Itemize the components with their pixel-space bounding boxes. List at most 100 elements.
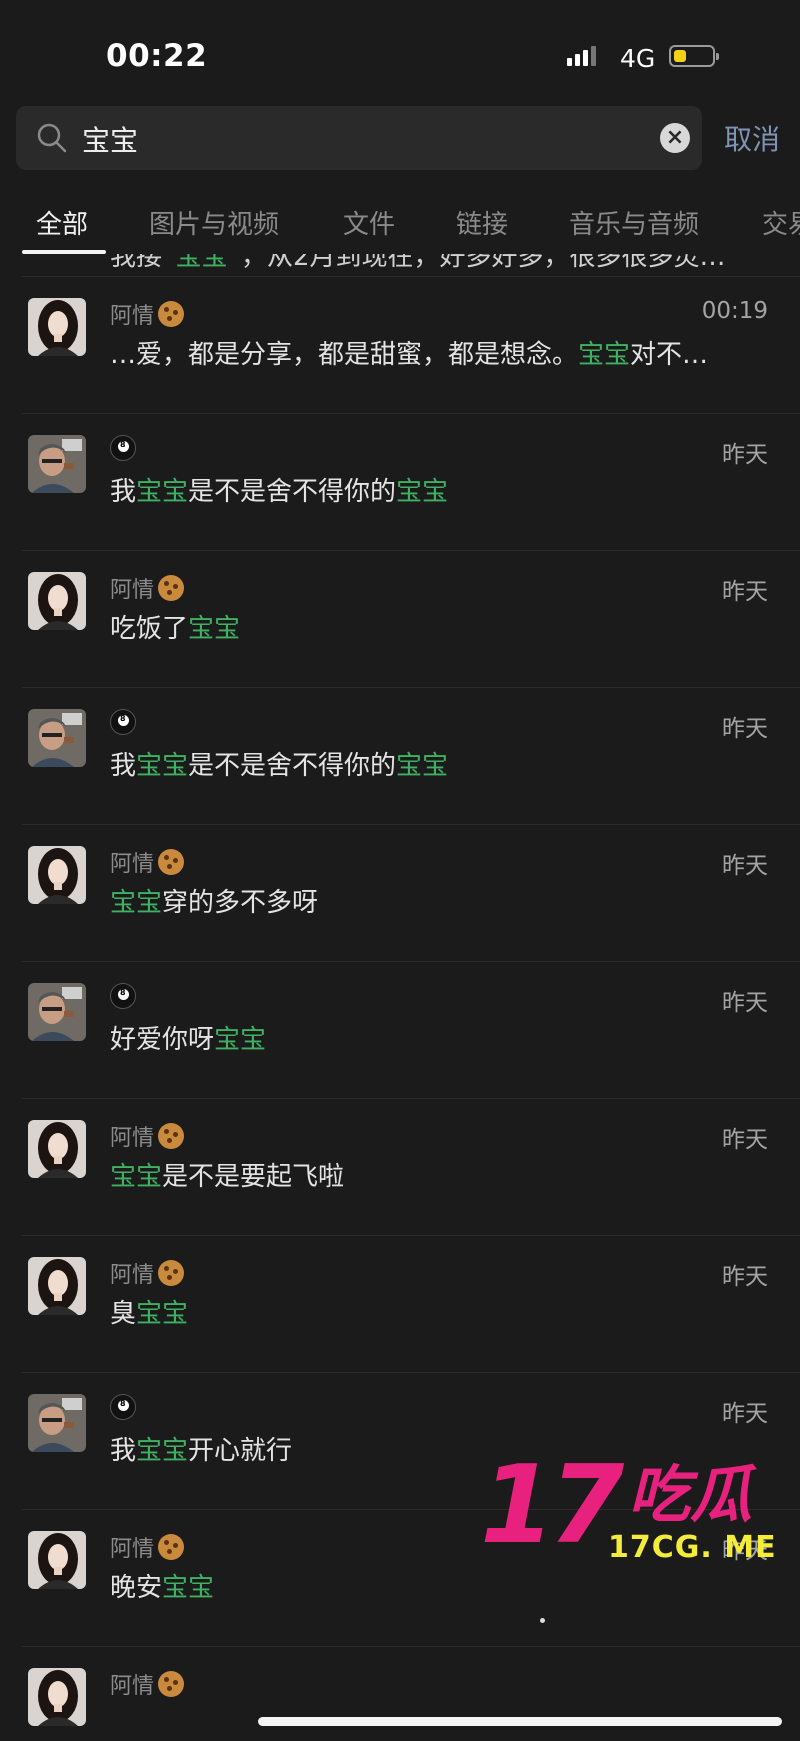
tab-music-audio[interactable]: 音乐与音频 bbox=[569, 204, 699, 241]
message-snippet: 我宝宝是不是舍不得你的宝宝 bbox=[110, 745, 750, 782]
home-indicator[interactable] bbox=[258, 1717, 782, 1726]
avatar[interactable] bbox=[28, 709, 86, 767]
search-icon bbox=[37, 123, 67, 153]
keyword-highlight: 宝宝 bbox=[110, 888, 163, 918]
row-divider bbox=[22, 1372, 800, 1373]
keyword-highlight: 宝宝 bbox=[214, 1025, 267, 1055]
sender-label: 阿情 bbox=[110, 1674, 155, 1699]
row-divider bbox=[22, 550, 800, 551]
message-time: 昨天 bbox=[722, 1401, 768, 1427]
avatar[interactable] bbox=[28, 1257, 86, 1315]
message-time: 昨天 bbox=[722, 853, 768, 879]
watermark-logo: 17 吃瓜 17CG. ME bbox=[480, 1452, 792, 1582]
sender-name: 阿情 bbox=[110, 1531, 185, 1563]
message-text: 我 bbox=[110, 477, 137, 507]
cookie-emoji-icon bbox=[158, 575, 185, 601]
message-text: 臭 bbox=[110, 1299, 137, 1329]
message-text: 穿的多不多呀 bbox=[162, 888, 319, 918]
search-result-row[interactable]: 阿情 00:19 …爱，都是分享，都是甜蜜，都是想念。宝宝对不… bbox=[0, 276, 800, 413]
search-result-row[interactable]: 阿情 昨天臭宝宝 bbox=[0, 1235, 800, 1372]
sender-name: 阿情 bbox=[110, 1257, 185, 1289]
sender-label: 阿情 bbox=[110, 1537, 155, 1562]
cookie-emoji-icon bbox=[158, 1123, 185, 1149]
cancel-button[interactable]: 取消 bbox=[724, 118, 780, 158]
message-text: 对不… bbox=[630, 340, 709, 370]
watermark-number: 17 bbox=[480, 1443, 624, 1568]
sender-name: 8 bbox=[110, 435, 136, 461]
sender-name: 阿情 bbox=[110, 572, 185, 604]
row-divider bbox=[22, 824, 800, 825]
search-result-row[interactable]: 8 昨天我宝宝是不是舍不得你的宝宝 bbox=[0, 687, 800, 824]
sender-name: 8 bbox=[110, 983, 136, 1009]
8-ball-emoji-icon: 8 bbox=[110, 435, 136, 461]
message-text: 我 bbox=[110, 751, 137, 781]
search-bar[interactable]: 宝宝 × bbox=[16, 106, 702, 170]
network-type: 4G bbox=[620, 44, 656, 73]
avatar[interactable] bbox=[28, 983, 86, 1041]
avatar[interactable] bbox=[28, 572, 86, 630]
cookie-emoji-icon bbox=[158, 1671, 185, 1697]
message-text: 我 bbox=[110, 1436, 137, 1466]
tab-all[interactable]: 全部 bbox=[36, 204, 88, 241]
tab-links[interactable]: 链接 bbox=[456, 204, 508, 241]
sender-name: 8 bbox=[110, 709, 136, 735]
message-snippet: 好爱你呀宝宝 bbox=[110, 1019, 750, 1056]
keyword-highlight: 宝宝 bbox=[396, 477, 449, 507]
cookie-emoji-icon bbox=[158, 1534, 185, 1560]
clear-search-icon[interactable]: × bbox=[660, 123, 690, 153]
sender-label: 阿情 bbox=[110, 1126, 155, 1151]
message-time: 昨天 bbox=[722, 716, 768, 742]
sender-label: 阿情 bbox=[110, 852, 155, 877]
keyword-highlight: 宝宝 bbox=[136, 1299, 189, 1329]
search-result-row[interactable]: 阿情 昨天宝宝穿的多不多呀 bbox=[0, 824, 800, 961]
message-time: 昨天 bbox=[722, 1127, 768, 1153]
message-time: 昨天 bbox=[722, 1264, 768, 1290]
message-snippet: …爱，都是分享，都是甜蜜，都是想念。宝宝对不… bbox=[110, 334, 750, 371]
tab-transactions[interactable]: 交易 bbox=[762, 204, 800, 241]
avatar[interactable] bbox=[28, 1668, 86, 1726]
avatar[interactable] bbox=[28, 298, 86, 356]
keyword-highlight: 宝宝 bbox=[162, 1573, 215, 1603]
tab-files[interactable]: 文件 bbox=[343, 204, 395, 241]
8-ball-emoji-icon: 8 bbox=[110, 1394, 136, 1420]
stray-dot bbox=[540, 1618, 545, 1623]
message-time: 昨天 bbox=[722, 990, 768, 1016]
keyword-highlight: 宝宝 bbox=[110, 1162, 163, 1192]
sender-label: 阿情 bbox=[110, 304, 155, 329]
watermark-url: 17CG. ME bbox=[608, 1530, 777, 1565]
8-ball-emoji-icon: 8 bbox=[110, 709, 136, 735]
search-result-row[interactable]: 8 昨天好爱你呀宝宝 bbox=[0, 961, 800, 1098]
avatar[interactable] bbox=[28, 846, 86, 904]
tab-images-videos[interactable]: 图片与视频 bbox=[149, 204, 279, 241]
cookie-emoji-icon bbox=[158, 301, 185, 327]
search-result-row[interactable]: 阿情 昨天 吃饭了宝宝 bbox=[0, 550, 800, 687]
keyword-highlight: 宝宝 bbox=[136, 477, 189, 507]
avatar[interactable] bbox=[28, 1120, 86, 1178]
message-text: 开心就行 bbox=[188, 1436, 293, 1466]
keyword-highlight: 宝宝 bbox=[136, 751, 189, 781]
8-ball-emoji-icon: 8 bbox=[110, 983, 136, 1009]
row-divider bbox=[22, 413, 800, 414]
status-time: 00:22 bbox=[106, 38, 208, 74]
battery-icon bbox=[669, 45, 719, 67]
search-input[interactable]: 宝宝 bbox=[82, 119, 138, 159]
message-text: 是不是舍不得你的 bbox=[188, 751, 397, 781]
avatar[interactable] bbox=[28, 435, 86, 493]
avatar[interactable] bbox=[28, 1394, 86, 1452]
sender-name: 阿情 bbox=[110, 1668, 185, 1700]
cookie-emoji-icon bbox=[158, 1260, 185, 1286]
message-text: 晚安 bbox=[110, 1573, 163, 1603]
message-text: 吃饭了 bbox=[110, 614, 189, 644]
watermark-text: 吃瓜 bbox=[628, 1458, 753, 1531]
keyword-highlight: 宝宝 bbox=[188, 614, 241, 644]
avatar[interactable] bbox=[28, 1531, 86, 1589]
keyword-highlight: 宝宝 bbox=[578, 340, 631, 370]
row-divider bbox=[22, 687, 800, 688]
search-result-row[interactable]: 阿情 bbox=[0, 1646, 800, 1741]
search-result-row[interactable]: 8 昨天 我宝宝是不是舍不得你的宝宝 bbox=[0, 413, 800, 550]
partial-result-message[interactable]: 我接“宝宝”，从2月到现在，好多好多，很多很多灵… bbox=[110, 254, 770, 273]
signal-icon bbox=[567, 46, 596, 66]
search-result-row[interactable]: 阿情 昨天 宝宝是不是要起飞啦 bbox=[0, 1098, 800, 1235]
keyword-highlight: 宝宝 bbox=[136, 1436, 189, 1466]
row-divider bbox=[22, 1646, 800, 1647]
